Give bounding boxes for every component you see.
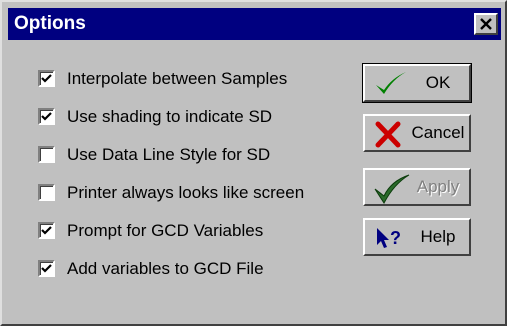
option-printer-screen[interactable]: Printer always looks like screen	[38, 182, 338, 206]
close-button[interactable]	[474, 13, 498, 35]
checkbox-data-line-style[interactable]	[38, 146, 55, 163]
option-label: Interpolate between Samples	[67, 69, 288, 88]
option-label: Prompt for GCD Variables	[67, 221, 264, 240]
option-label: Add variables to GCD File	[67, 259, 264, 278]
checkbox-add-variables[interactable]	[38, 260, 55, 277]
help-button[interactable]: ? Help	[363, 218, 471, 256]
option-label: Printer always looks like screen	[67, 183, 305, 202]
options-dialog: Options Interpolate between Samples Use …	[0, 0, 507, 326]
check-mark-icon	[41, 226, 52, 235]
check-mark-icon	[41, 112, 52, 121]
check-mark-icon	[41, 264, 52, 273]
title-bar[interactable]: Options	[8, 8, 501, 40]
option-shading[interactable]: Use shading to indicate SD	[38, 106, 338, 130]
close-icon	[480, 18, 492, 30]
window-title: Options	[14, 13, 86, 34]
option-label: Use shading to indicate SD	[67, 107, 273, 126]
checkbox-shading[interactable]	[38, 108, 55, 125]
help-label: Help	[420, 227, 456, 246]
check-mark-icon	[41, 74, 52, 83]
ok-button[interactable]: OK	[362, 63, 472, 103]
checkmark-icon	[376, 72, 406, 94]
checkbox-interpolate[interactable]	[38, 70, 55, 87]
apply-label: Apply	[416, 177, 460, 196]
checkmark-icon	[374, 174, 410, 204]
help-pointer-icon: ?	[377, 228, 401, 248]
option-label: Use Data Line Style for SD	[67, 145, 271, 164]
option-interpolate[interactable]: Interpolate between Samples	[38, 68, 338, 92]
option-add-variables[interactable]: Add variables to GCD File	[38, 258, 338, 282]
checkbox-printer-screen[interactable]	[38, 184, 55, 201]
svg-text:?: ?	[390, 228, 401, 248]
checkbox-prompt-gcd[interactable]	[38, 222, 55, 239]
red-x-icon	[375, 121, 401, 148]
cancel-label: Cancel	[411, 123, 465, 142]
cancel-button[interactable]: Cancel	[363, 114, 471, 152]
option-data-line-style[interactable]: Use Data Line Style for SD	[38, 144, 338, 168]
ok-label: OK	[425, 73, 451, 92]
apply-button[interactable]: Apply	[363, 168, 471, 206]
option-prompt-gcd[interactable]: Prompt for GCD Variables	[38, 220, 338, 244]
